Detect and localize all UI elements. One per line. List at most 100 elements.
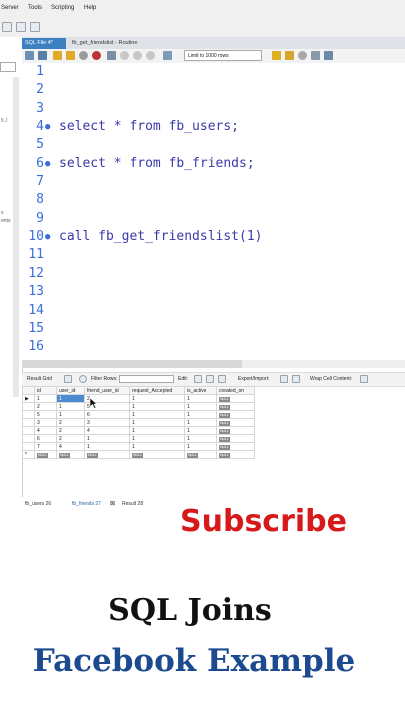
column-header[interactable]: created_on: [216, 386, 255, 395]
table-cell[interactable]: NULL: [84, 450, 130, 459]
table-cell[interactable]: 1: [129, 418, 185, 427]
editor-hscrollbar-track[interactable]: [242, 360, 405, 368]
table-row[interactable]: * NULL NULL NULL NULL NULL NULL: [22, 450, 255, 459]
table-cell[interactable]: NULL: [34, 450, 57, 459]
column-header[interactable]: friend_user_id: [84, 386, 130, 395]
table-row[interactable]: 4 2 4 1 1 NULL: [22, 426, 255, 435]
bookmark-icon[interactable]: [272, 51, 281, 60]
table-cell[interactable]: 1: [184, 442, 217, 451]
table-cell[interactable]: 1: [129, 394, 185, 403]
table-cell[interactable]: 1: [84, 434, 130, 443]
table-cell[interactable]: NULL: [184, 450, 217, 459]
beautify-icon[interactable]: [285, 51, 294, 60]
sql-statement[interactable]: select * from fb_users;: [59, 119, 239, 134]
table-cell[interactable]: 1: [84, 442, 130, 451]
limit-rows-select[interactable]: Limit to 1000 rows: [184, 50, 262, 61]
table-cell[interactable]: 1: [129, 434, 185, 443]
table-cell[interactable]: 1: [56, 394, 85, 403]
export-icon[interactable]: [280, 375, 288, 383]
table-cell[interactable]: NULL: [216, 394, 255, 403]
tab-fb-users-26[interactable]: fb_users 26: [25, 501, 51, 507]
table-cell[interactable]: 1: [56, 410, 85, 419]
table-cell[interactable]: 2: [34, 402, 57, 411]
menu-server[interactable]: Server: [1, 5, 19, 11]
close-tab-icon[interactable]: ⊠: [110, 500, 115, 507]
table-cell[interactable]: 1: [184, 402, 217, 411]
table-cell[interactable]: 6: [84, 410, 130, 419]
table-cell[interactable]: 3: [84, 418, 130, 427]
table-row[interactable]: 5 1 6 1 1 NULL: [22, 410, 255, 419]
tab-sql-file-4[interactable]: SQL File 4*: [22, 38, 66, 49]
column-header[interactable]: user_id: [56, 386, 85, 395]
invisible-chars-icon[interactable]: [311, 51, 320, 60]
table-cell[interactable]: 1: [56, 402, 85, 411]
table-cell[interactable]: NULL: [129, 450, 185, 459]
menu-tools[interactable]: Tools: [28, 5, 42, 11]
open-sql-icon[interactable]: [16, 22, 26, 32]
table-cell[interactable]: NULL: [216, 410, 255, 419]
refresh-icon[interactable]: [79, 375, 87, 383]
tab-fb-friends-27[interactable]: fb_friends 27: [72, 501, 101, 507]
tab-result-28[interactable]: Result 28: [122, 501, 143, 507]
save-icon[interactable]: [38, 51, 47, 60]
table-cell[interactable]: 4: [84, 426, 130, 435]
table-cell[interactable]: NULL: [216, 418, 255, 427]
schema-filter-input[interactable]: [0, 62, 16, 72]
toggle-output-icon[interactable]: [163, 51, 172, 60]
table-cell[interactable]: 2: [56, 418, 85, 427]
table-cell[interactable]: 1: [184, 394, 217, 403]
execute-icon[interactable]: [53, 51, 62, 60]
add-row-icon[interactable]: [206, 375, 214, 383]
table-cell[interactable]: NULL: [216, 450, 255, 459]
table-row[interactable]: 6 2 1 1 1 NULL: [22, 434, 255, 443]
table-row[interactable]: 3 2 3 1 1 NULL: [22, 418, 255, 427]
table-cell[interactable]: NULL: [216, 426, 255, 435]
table-cell[interactable]: 1: [184, 434, 217, 443]
sql-statement[interactable]: call fb_get_friendslist(1): [59, 229, 263, 244]
table-cell[interactable]: NULL: [216, 434, 255, 443]
explain-icon[interactable]: [79, 51, 88, 60]
table-cell[interactable]: 3: [34, 418, 57, 427]
sql-editor[interactable]: 1 2 3 4 ● select * from fb_users; 5 6 ● …: [22, 63, 405, 360]
wrap-cell-icon[interactable]: [360, 375, 368, 383]
table-row[interactable]: 7 4 1 1 1 NULL: [22, 442, 255, 451]
table-cell[interactable]: 1: [129, 410, 185, 419]
tab-fb-get-friendslist-routine[interactable]: fb_get_friendslist - Routine: [69, 38, 169, 49]
table-cell[interactable]: 1: [184, 418, 217, 427]
table-cell[interactable]: NULL: [56, 450, 85, 459]
table-cell[interactable]: 1: [34, 394, 57, 403]
filter-rows-input[interactable]: [119, 375, 174, 383]
execute-current-icon[interactable]: [66, 51, 75, 60]
table-cell[interactable]: NULL: [216, 442, 255, 451]
rollback-icon[interactable]: [133, 51, 142, 60]
autocommit-icon[interactable]: [146, 51, 155, 60]
table-cell[interactable]: 1: [184, 426, 217, 435]
table-cell[interactable]: 1: [129, 402, 185, 411]
table-cell[interactable]: 7: [34, 442, 57, 451]
inspector-icon[interactable]: [30, 22, 40, 32]
new-sql-tab-icon[interactable]: [2, 22, 12, 32]
table-cell[interactable]: 2: [56, 434, 85, 443]
grid-icon[interactable]: [64, 375, 72, 383]
table-cell[interactable]: NULL: [216, 402, 255, 411]
editor-hscrollbar-thumb[interactable]: [22, 360, 242, 368]
table-row[interactable]: ▶ 1 1 2 1 1 NULL: [22, 394, 255, 403]
sql-statement[interactable]: select * from fb_friends;: [59, 156, 255, 171]
column-header[interactable]: is_active: [184, 386, 217, 395]
column-header[interactable]: request_Accepted: [129, 386, 185, 395]
toggle-error-icon[interactable]: [107, 51, 116, 60]
table-cell[interactable]: 2: [56, 426, 85, 435]
menu-scripting[interactable]: Scripting: [51, 5, 74, 11]
table-cell[interactable]: 6: [34, 434, 57, 443]
table-cell[interactable]: 1: [184, 410, 217, 419]
table-row[interactable]: 2 1 5 1 1 NULL: [22, 402, 255, 411]
column-header[interactable]: id: [34, 386, 57, 395]
delete-row-icon[interactable]: [218, 375, 226, 383]
wrap-lines-icon[interactable]: [324, 51, 333, 60]
table-cell[interactable]: 4: [56, 442, 85, 451]
table-cell[interactable]: 1: [129, 442, 185, 451]
navigator-scrollbar[interactable]: [13, 77, 19, 397]
menu-help[interactable]: Help: [84, 5, 96, 11]
open-file-icon[interactable]: [25, 51, 34, 60]
commit-icon[interactable]: [120, 51, 129, 60]
